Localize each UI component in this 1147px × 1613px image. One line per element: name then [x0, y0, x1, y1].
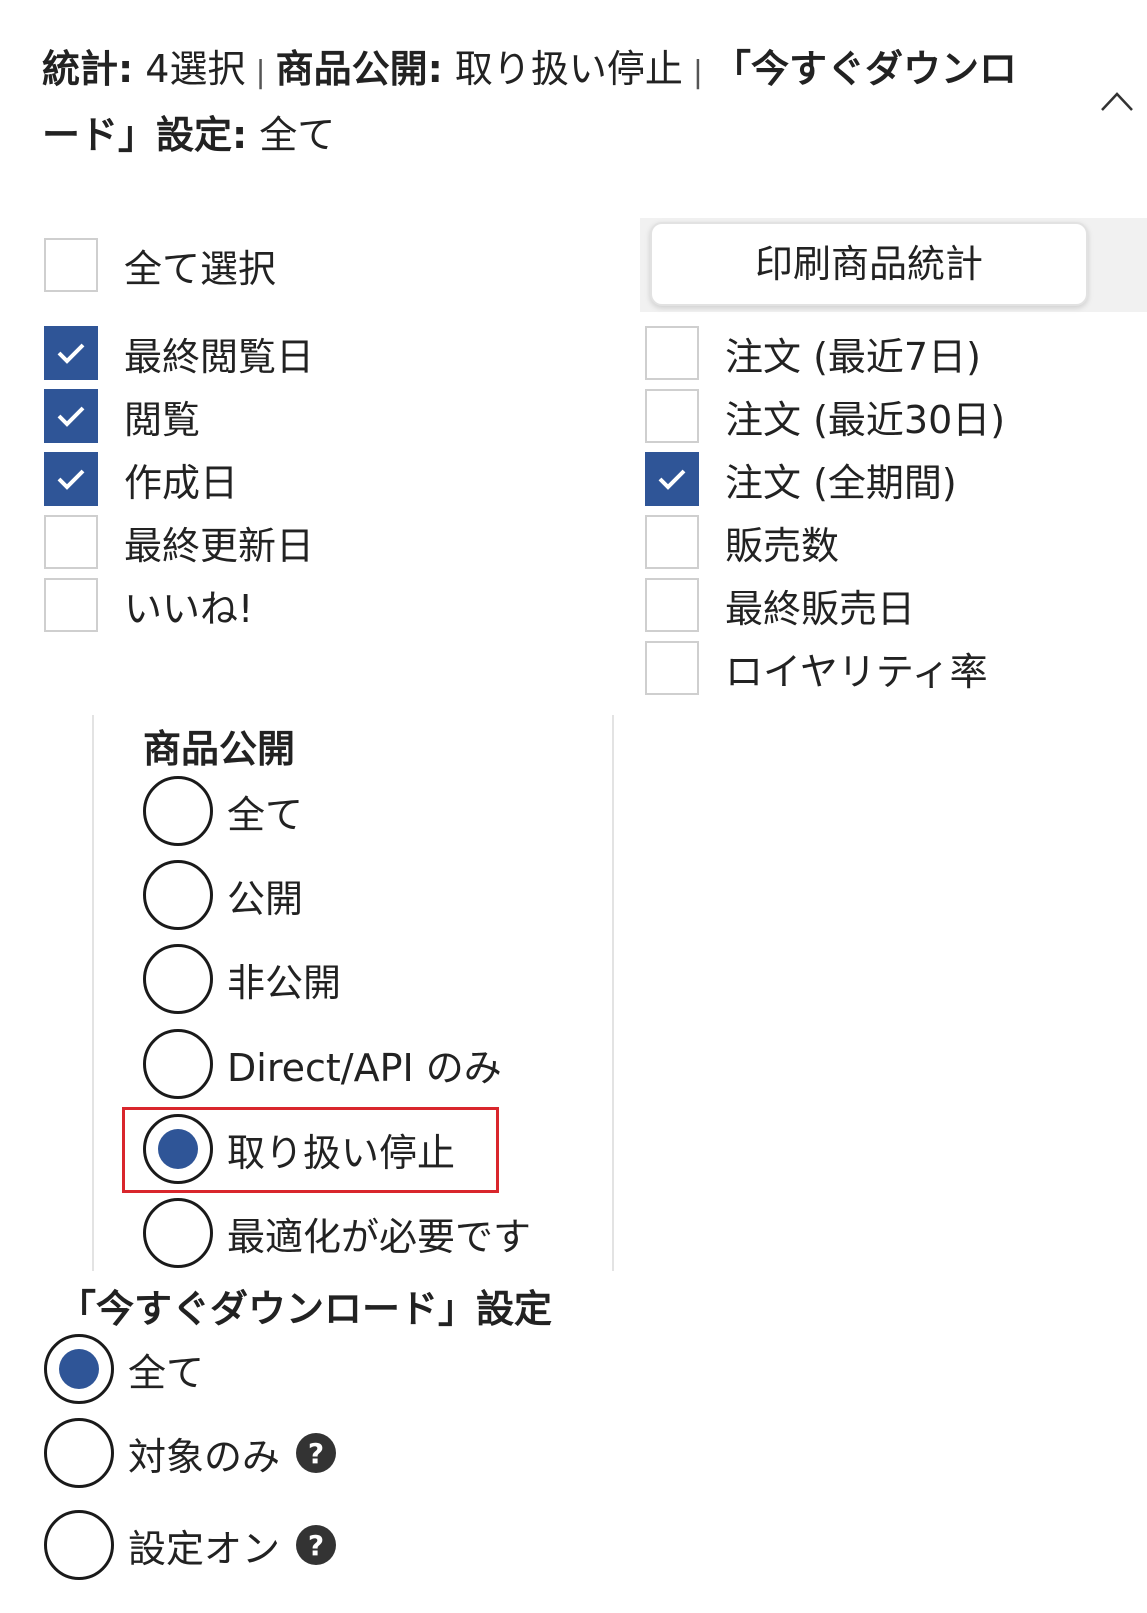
publication-radio[interactable] — [143, 776, 213, 846]
stat-checkbox-label: 最終販売日 — [725, 586, 916, 631]
publication-radio[interactable] — [143, 944, 213, 1014]
stat-checkbox-row-sales[interactable]: 販売数 — [645, 515, 839, 569]
stat-checkbox-row-last-sold[interactable]: 最終販売日 — [645, 578, 915, 632]
question-mark-icon[interactable]: ? — [296, 1433, 337, 1473]
summary-separator: | — [692, 55, 704, 90]
publication-option-label: 取り扱い停止 — [227, 1130, 456, 1175]
publication-option-label: 非公開 — [227, 960, 342, 1005]
print-stats-button[interactable]: 印刷商品統計 — [650, 222, 1088, 306]
stat-checkbox[interactable] — [44, 389, 98, 443]
stat-checkbox-row-royalty[interactable]: ロイヤリティ率 — [645, 641, 988, 695]
publication-option-public[interactable]: 公開 — [143, 860, 303, 930]
stat-checkbox-label: 販売数 — [725, 523, 840, 568]
section-divider-left — [92, 715, 94, 1271]
stat-checkbox-row-likes[interactable]: いいね! — [44, 578, 253, 632]
radio-dot — [158, 1129, 198, 1169]
stat-checkbox-row-views[interactable]: 閲覧 — [44, 389, 200, 443]
stat-checkbox-label: 作成日 — [124, 460, 239, 505]
stat-checkbox-label: 注文 (最近30日) — [725, 397, 1006, 442]
stat-checkbox-label: ロイヤリティ率 — [725, 649, 988, 694]
publication-radio[interactable] — [143, 1029, 213, 1099]
publication-option-discontinued[interactable]: 取り扱い停止 — [143, 1114, 455, 1184]
download-option-label: 設定オン — [128, 1526, 281, 1571]
stat-checkbox[interactable] — [44, 452, 98, 506]
download-option-all[interactable]: 全て — [44, 1334, 204, 1404]
stat-checkbox[interactable] — [645, 515, 699, 569]
statistics-filter-panel: 統計: 4選択 | 商品公開: 取り扱い停止 | 「今すぐダウンロード」設定: 全て 全… — [0, 0, 1147, 1613]
download-summary-value: 全て — [259, 113, 336, 157]
stat-checkbox-row-last-viewed[interactable]: 最終閲覧日 — [44, 326, 314, 380]
section-divider-right — [612, 715, 614, 1271]
publication-summary-label: 商品公開: — [275, 47, 443, 91]
stat-checkbox-row-orders-all[interactable]: 注文 (全期間) — [645, 452, 957, 506]
select-all-checkbox-row[interactable]: 全て選択 — [44, 238, 276, 292]
publication-option-needs-optimization[interactable]: 最適化が必要です — [143, 1198, 531, 1268]
question-mark-icon[interactable]: ? — [296, 1525, 337, 1565]
select-all-label: 全て選択 — [124, 246, 277, 291]
publication-radio[interactable] — [143, 1198, 213, 1268]
stat-checkbox-label: いいね! — [124, 586, 254, 631]
stat-checkbox[interactable] — [645, 578, 699, 632]
stats-summary-label: 統計: — [42, 47, 134, 91]
check-icon — [57, 469, 85, 490]
stat-checkbox-label: 最終閲覧日 — [124, 334, 315, 379]
stat-checkbox[interactable] — [645, 641, 699, 695]
publication-option-all[interactable]: 全て — [143, 776, 303, 846]
radio-dot — [59, 1349, 99, 1389]
publication-option-private[interactable]: 非公開 — [143, 944, 341, 1014]
download-radio[interactable] — [44, 1334, 114, 1404]
stat-checkbox-label: 最終更新日 — [124, 523, 315, 568]
stat-checkbox[interactable] — [645, 452, 699, 506]
check-icon — [658, 469, 686, 490]
download-option-label: 全て — [128, 1350, 205, 1395]
stat-checkbox[interactable] — [44, 326, 98, 380]
download-option-enabled[interactable]: 設定オン ? — [44, 1510, 337, 1580]
download-option-label: 対象のみ — [128, 1434, 281, 1479]
stat-checkbox[interactable] — [645, 326, 699, 380]
check-icon — [57, 343, 85, 364]
publication-summary-value: 取り扱い停止 — [454, 47, 683, 91]
publication-option-label: 最適化が必要です — [227, 1214, 532, 1259]
stat-checkbox-row-updated[interactable]: 最終更新日 — [44, 515, 314, 569]
stat-checkbox-label: 注文 (全期間) — [725, 460, 957, 505]
publication-option-label: 全て — [227, 792, 304, 837]
publication-radio[interactable] — [143, 1114, 213, 1184]
stat-checkbox[interactable] — [44, 578, 98, 632]
stat-checkbox-label: 注文 (最近7日) — [725, 334, 981, 379]
download-radio[interactable] — [44, 1418, 114, 1488]
publication-section-title: 商品公開 — [143, 727, 296, 771]
publication-radio[interactable] — [143, 860, 213, 930]
stat-checkbox-label: 閲覧 — [124, 397, 201, 442]
publication-option-label: 公開 — [227, 876, 304, 921]
filter-summary: 統計: 4選択 | 商品公開: 取り扱い停止 | 「今すぐダウンロード」設定: 全て — [42, 38, 1022, 166]
chevron-up-icon[interactable] — [1100, 90, 1134, 112]
stat-checkbox[interactable] — [44, 515, 98, 569]
check-icon — [57, 406, 85, 427]
download-option-eligible-only[interactable]: 対象のみ ? — [44, 1418, 337, 1488]
stat-checkbox[interactable] — [645, 389, 699, 443]
stat-checkbox-row-created[interactable]: 作成日 — [44, 452, 238, 506]
stat-checkbox-row-orders-30d[interactable]: 注文 (最近30日) — [645, 389, 1005, 443]
download-setting-title: 「今すぐダウンロード」設定 — [58, 1287, 553, 1331]
select-all-checkbox[interactable] — [44, 238, 98, 292]
summary-separator: | — [255, 55, 266, 90]
download-radio[interactable] — [44, 1510, 114, 1580]
stat-checkbox-row-orders-7d[interactable]: 注文 (最近7日) — [645, 326, 981, 380]
stats-summary-value: 4選択 — [145, 47, 246, 91]
publication-option-direct-api[interactable]: Direct/API のみ — [143, 1029, 502, 1099]
publication-option-label: Direct/API のみ — [227, 1045, 502, 1090]
